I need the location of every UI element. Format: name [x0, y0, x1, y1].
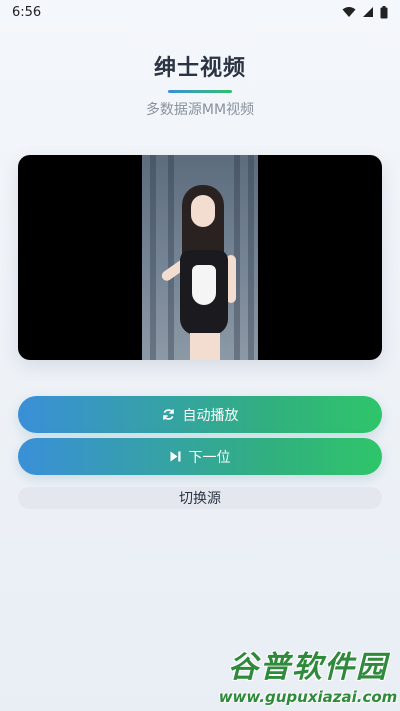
wifi-icon — [342, 6, 356, 18]
battery-icon — [380, 5, 388, 19]
switch-source-button[interactable]: 切换源 — [18, 487, 382, 509]
status-time: 6:56 — [12, 4, 42, 20]
curtain-fold — [150, 155, 156, 360]
next-label: 下一位 — [188, 449, 231, 466]
skip-next-icon — [170, 451, 181, 462]
watermark-title: 谷普软件园 — [228, 650, 388, 685]
refresh-icon — [162, 408, 175, 421]
next-button[interactable]: 下一位 — [18, 438, 382, 475]
figure-face — [191, 195, 215, 227]
video-frame — [142, 155, 258, 360]
figure-legs — [190, 333, 220, 360]
status-bar: 6:56 — [0, 0, 400, 24]
page-subtitle: 多数据源MM视频 — [145, 102, 255, 118]
curtain-fold — [248, 155, 254, 360]
auto-play-button[interactable]: 自动播放 — [18, 396, 382, 433]
curtain-fold — [168, 155, 174, 360]
video-player[interactable] — [18, 155, 382, 360]
figure-apron — [192, 265, 216, 305]
switch-source-label: 切换源 — [179, 491, 221, 507]
watermark-logo: 谷普软件园 www.gupuxiazai.com — [218, 648, 398, 710]
page-title: 绅士视频 — [153, 56, 246, 81]
auto-play-label: 自动播放 — [182, 407, 239, 424]
signal-icon — [362, 6, 374, 18]
status-icons — [342, 5, 388, 19]
title-underline — [168, 90, 232, 93]
watermark-url: www.gupuxiazai.com — [218, 688, 398, 706]
